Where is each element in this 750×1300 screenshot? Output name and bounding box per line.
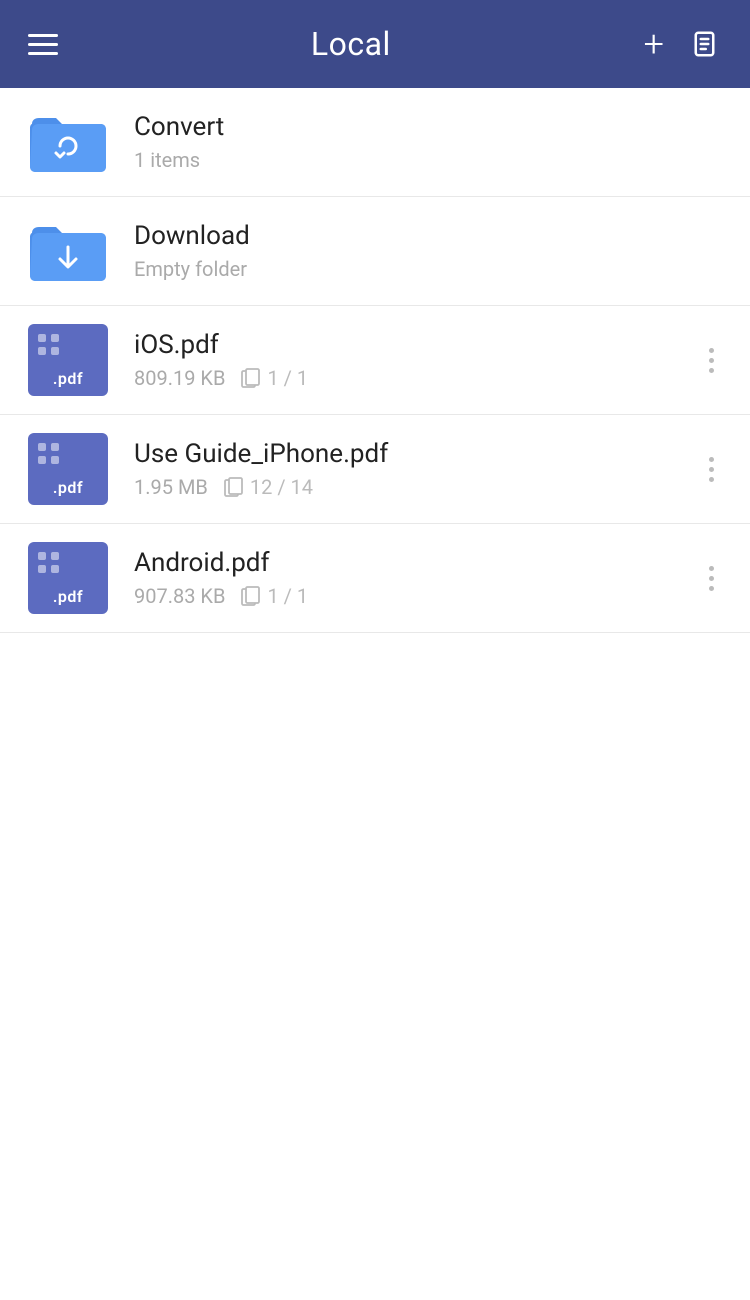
file-list: Convert 1 items Download Empty folder <box>0 88 750 633</box>
item-meta: 1 items <box>134 148 722 172</box>
item-name: Android.pdf <box>134 548 689 578</box>
list-item[interactable]: Convert 1 items <box>0 88 750 197</box>
item-meta: 809.19 KB 1 / 1 <box>134 366 689 390</box>
list-item[interactable]: .pdf iOS.pdf 809.19 KB 1 / 1 <box>0 306 750 415</box>
add-button[interactable]: + <box>644 26 664 62</box>
item-info: Download Empty folder <box>134 221 722 281</box>
item-name: Convert <box>134 112 722 142</box>
pdf-icon: .pdf <box>28 324 108 396</box>
item-name: iOS.pdf <box>134 330 689 360</box>
list-item[interactable]: .pdf Use Guide_iPhone.pdf 1.95 MB 12 / 1… <box>0 415 750 524</box>
more-button[interactable] <box>701 556 722 601</box>
list-item[interactable]: .pdf Android.pdf 907.83 KB 1 / 1 <box>0 524 750 633</box>
item-meta: Empty folder <box>134 257 722 281</box>
folder-icon <box>28 215 108 287</box>
edit-button[interactable] <box>692 29 722 59</box>
more-button[interactable] <box>701 447 722 492</box>
app-header: Local + <box>0 0 750 88</box>
page-count: 1 / 1 <box>241 366 308 390</box>
item-meta: 1.95 MB 12 / 14 <box>134 475 689 499</box>
page-count: 12 / 14 <box>224 475 313 499</box>
item-info: Convert 1 items <box>134 112 722 172</box>
item-info: Android.pdf 907.83 KB 1 / 1 <box>134 548 689 608</box>
page-count: 1 / 1 <box>241 584 308 608</box>
item-info: Use Guide_iPhone.pdf 1.95 MB 12 / 14 <box>134 439 689 499</box>
item-info: iOS.pdf 809.19 KB 1 / 1 <box>134 330 689 390</box>
pdf-icon: .pdf <box>28 433 108 505</box>
pdf-icon: .pdf <box>28 542 108 614</box>
menu-button[interactable] <box>28 34 58 55</box>
page-title: Local <box>311 25 391 63</box>
more-button[interactable] <box>701 338 722 383</box>
item-meta: 907.83 KB 1 / 1 <box>134 584 689 608</box>
folder-icon <box>28 106 108 178</box>
header-actions: + <box>644 26 722 62</box>
list-item[interactable]: Download Empty folder <box>0 197 750 306</box>
item-name: Download <box>134 221 722 251</box>
item-name: Use Guide_iPhone.pdf <box>134 439 689 469</box>
